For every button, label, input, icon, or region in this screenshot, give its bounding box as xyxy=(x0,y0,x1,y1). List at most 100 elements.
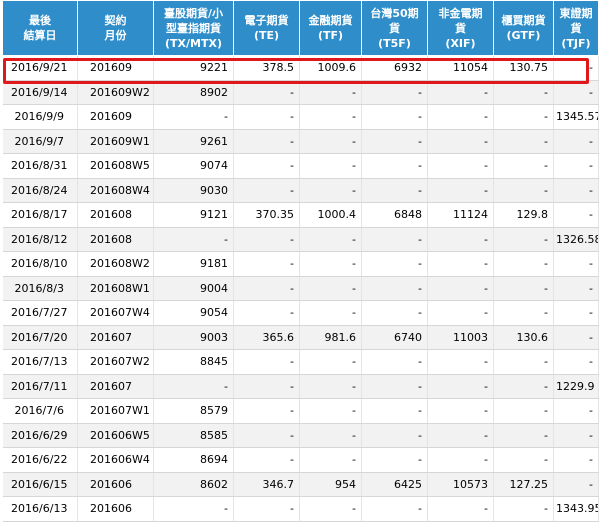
price-cell: - xyxy=(493,251,554,277)
table-body: 2016/9/21 201609 9221 378.5 1009.6 6932 11054 1… xyxy=(2,55,599,522)
settlement-date-cell: 2016/9/14 xyxy=(2,80,78,105)
price-cell: - xyxy=(233,104,300,130)
price-cell: - xyxy=(233,276,300,301)
price-cell: 1229.9 xyxy=(553,374,599,399)
price-cell: - xyxy=(493,349,554,375)
price-cell: - xyxy=(361,447,428,473)
price-cell: - xyxy=(493,374,554,399)
settlement-price-table: 最後 結算日 契約 月份 臺股期貨/小 型臺指期貨 (TX/MTX) 電子期貨 (TE) 金融期貨… xyxy=(2,0,599,522)
price-cell: - xyxy=(233,374,300,399)
price-cell: - xyxy=(361,300,428,326)
table-header: 最後 結算日 契約 月份 臺股期貨/小 型臺指期貨 (TX/MTX) 電子期貨 (TE) 金融期貨… xyxy=(2,0,599,56)
table-row: 2016/7/6 201607W1 8579- - - - - - xyxy=(2,398,599,424)
price-cell: - xyxy=(427,374,494,399)
contract-month-cell: 201607 xyxy=(77,325,154,350)
price-cell: - xyxy=(233,227,300,252)
price-cell: 1326.58 xyxy=(553,227,599,252)
price-cell: 9181 xyxy=(153,251,234,277)
column-header: 金融期貨 (TF) xyxy=(299,0,362,56)
price-cell: - xyxy=(427,276,494,301)
table-row: 2016/6/15 201606 8602 346.7 954 6425 10573 127.… xyxy=(2,472,599,497)
price-cell: - xyxy=(361,227,428,252)
price-cell: - xyxy=(553,202,599,228)
price-cell: - xyxy=(427,104,494,130)
price-cell: 1343.95 xyxy=(553,496,599,522)
price-cell: - xyxy=(361,153,428,179)
settlement-date-cell: 2016/9/7 xyxy=(2,129,78,154)
price-cell: - xyxy=(493,447,554,473)
price-cell: 9030 xyxy=(153,178,234,203)
price-cell: - xyxy=(299,129,362,154)
contract-month-cell: 201608 xyxy=(77,227,154,252)
price-cell: - xyxy=(493,80,554,105)
price-cell: - xyxy=(153,227,234,252)
settlement-table-container: 最後 結算日 契約 月份 臺股期貨/小 型臺指期貨 (TX/MTX) 電子期貨 (TE) 金融期貨… xyxy=(0,0,600,522)
column-header: 契約 月份 xyxy=(77,0,154,56)
price-cell: - xyxy=(299,423,362,448)
price-cell: 6932 xyxy=(361,55,428,81)
price-cell: 9261 xyxy=(153,129,234,154)
header-row: 最後 結算日 契約 月份 臺股期貨/小 型臺指期貨 (TX/MTX) 電子期貨 (TE) 金融期貨… xyxy=(2,0,599,56)
price-cell: - xyxy=(299,300,362,326)
price-cell: 9004 xyxy=(153,276,234,301)
price-cell: 11124 xyxy=(427,202,494,228)
price-cell: 9054 xyxy=(153,300,234,326)
price-cell: - xyxy=(299,374,362,399)
contract-month-cell: 201606W5 xyxy=(77,423,154,448)
settlement-date-cell: 2016/7/13 xyxy=(2,349,78,375)
price-cell: - xyxy=(427,153,494,179)
contract-month-cell: 201607W1 xyxy=(77,398,154,424)
settlement-date-cell: 2016/8/3 xyxy=(2,276,78,301)
price-cell: - xyxy=(493,496,554,522)
price-cell: - xyxy=(553,472,599,497)
price-cell: - xyxy=(553,349,599,375)
price-cell: - xyxy=(233,251,300,277)
price-cell: - xyxy=(299,496,362,522)
price-cell: - xyxy=(233,447,300,473)
price-cell: 370.35 xyxy=(233,202,300,228)
price-cell: - xyxy=(233,423,300,448)
settlement-date-cell: 2016/6/29 xyxy=(2,423,78,448)
price-cell: 130.75 xyxy=(493,55,554,81)
contract-month-cell: 201608W1 xyxy=(77,276,154,301)
price-cell: - xyxy=(427,300,494,326)
price-cell: 8694 xyxy=(153,447,234,473)
price-cell: 10573 xyxy=(427,472,494,497)
contract-month-cell: 201607W4 xyxy=(77,300,154,326)
contract-month-cell: 201608 xyxy=(77,202,154,228)
contract-month-cell: 201608W4 xyxy=(77,178,154,203)
price-cell: - xyxy=(153,374,234,399)
price-cell: - xyxy=(427,251,494,277)
table-row: 2016/9/9 201609- - - - - -1345.57 xyxy=(2,104,599,130)
price-cell: - xyxy=(361,104,428,130)
settlement-date-cell: 2016/7/20 xyxy=(2,325,78,350)
price-cell: - xyxy=(553,300,599,326)
contract-month-cell: 201606 xyxy=(77,472,154,497)
price-cell: 981.6 xyxy=(299,325,362,350)
price-cell: - xyxy=(553,325,599,350)
price-cell: - xyxy=(553,80,599,105)
price-cell: 9121 xyxy=(153,202,234,228)
contract-month-cell: 201607 xyxy=(77,374,154,399)
price-cell: - xyxy=(153,104,234,130)
settlement-date-cell: 2016/8/17 xyxy=(2,202,78,228)
table-row: 2016/6/29 201606W5 8585- - - - - - xyxy=(2,423,599,448)
price-cell: - xyxy=(361,80,428,105)
price-cell: 129.8 xyxy=(493,202,554,228)
contract-month-cell: 201607W2 xyxy=(77,349,154,375)
price-cell: 8902 xyxy=(153,80,234,105)
price-cell: - xyxy=(553,276,599,301)
price-cell: 11054 xyxy=(427,55,494,81)
table-row: 2016/9/14 201609W2 8902- - - - - - xyxy=(2,80,599,105)
price-cell: - xyxy=(299,153,362,179)
contract-month-cell: 201606W4 xyxy=(77,447,154,473)
table-row: 2016/8/24 201608W4 9030- - - - - - xyxy=(2,178,599,203)
table-row: 2016/8/17 201608 9121 370.35 1000.4 6848 11124… xyxy=(2,202,599,228)
price-cell: 9074 xyxy=(153,153,234,179)
price-cell: 8602 xyxy=(153,472,234,497)
price-cell: - xyxy=(299,349,362,375)
price-cell: - xyxy=(493,129,554,154)
price-cell: - xyxy=(361,374,428,399)
price-cell: - xyxy=(493,423,554,448)
table-row: 2016/7/11 201607- - - - - -1229.9 xyxy=(2,374,599,399)
